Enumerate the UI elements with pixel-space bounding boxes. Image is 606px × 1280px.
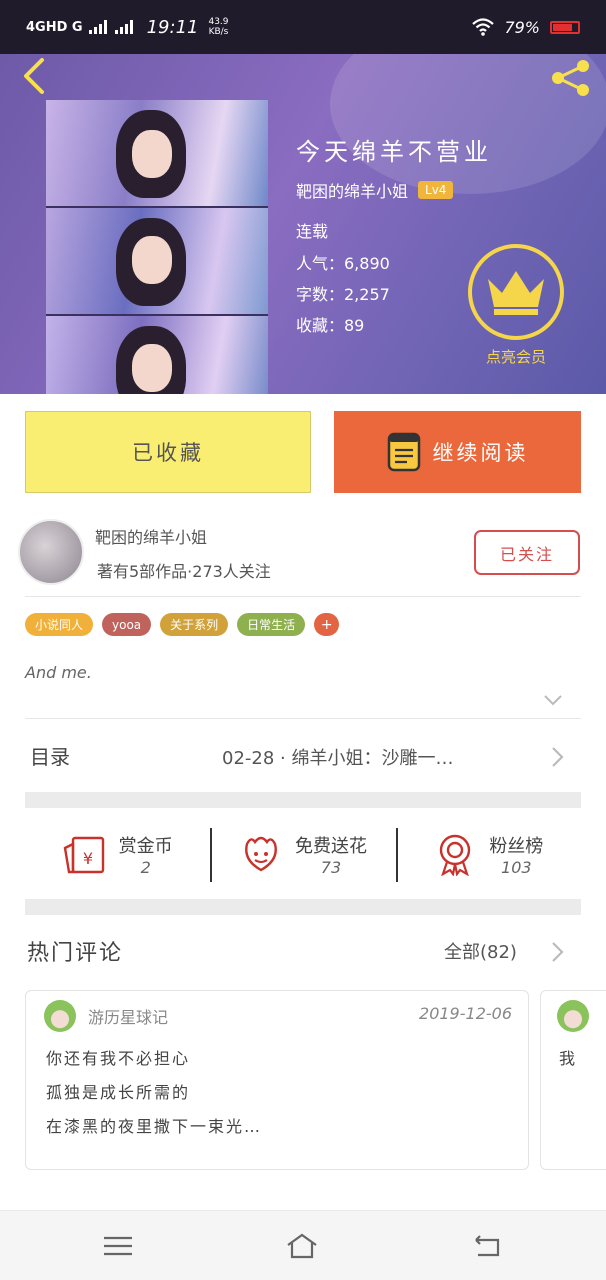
add-tag-button[interactable]: + — [314, 613, 340, 636]
commenter-avatar[interactable] — [557, 1000, 589, 1032]
svg-text:¥: ¥ — [83, 849, 93, 868]
stat-label: 免费送花 — [294, 835, 367, 857]
book-icon — [387, 432, 420, 472]
chevron-right-icon[interactable] — [550, 746, 564, 768]
comment-date: 2019-12-06 — [419, 1004, 512, 1023]
share-icon — [552, 60, 589, 96]
continue-reading-label: 继续阅读 — [432, 441, 529, 465]
reward-coins-stat[interactable]: ¥ 赏金币 2 — [25, 822, 210, 886]
word-count-stat: 字数：2,257 — [296, 285, 390, 304]
toc-label[interactable]: 目录 — [30, 741, 70, 770]
share-button[interactable] — [548, 58, 594, 98]
wifi-icon — [472, 18, 495, 36]
comment-text-line: 我 — [559, 1049, 578, 1068]
menu-icon[interactable] — [101, 1231, 135, 1261]
continue-reading-button[interactable]: 继续阅读 — [334, 411, 581, 493]
all-comments-link[interactable]: 全部(82) — [444, 938, 517, 964]
comment-text-line: 你还有我不必担心 — [46, 1049, 191, 1068]
tag-list: 小说同人 yooa 关于系列 日常生活 + — [25, 613, 340, 636]
signal-icon-2 — [114, 20, 133, 34]
crown-icon — [488, 271, 544, 315]
home-icon[interactable] — [285, 1231, 319, 1261]
status-bar: 4GHD G 19:11 43.9 KB/s 79% — [0, 0, 606, 54]
favorited-button[interactable]: 已收藏 — [25, 411, 311, 493]
comment-card[interactable]: 游历星球记 2019-12-06 你还有我不必担心 孤独是成长所需的 在漆黑的夜… — [25, 990, 529, 1170]
back-nav-icon[interactable] — [470, 1231, 504, 1261]
commenter-avatar[interactable] — [44, 1000, 76, 1032]
chevron-down-icon[interactable] — [544, 694, 562, 706]
author-avatar[interactable] — [18, 519, 84, 585]
signal-icon — [88, 20, 107, 34]
divider — [25, 718, 581, 719]
book-description: And me. — [25, 663, 92, 682]
free-flowers-stat[interactable]: 免费送花 73 — [210, 822, 395, 886]
popularity-stat: 人气：6,890 — [296, 254, 390, 273]
system-nav-bar — [0, 1210, 606, 1280]
chevron-left-icon — [24, 58, 44, 94]
support-stats: ¥ 赏金币 2 免费送花 73 粉丝榜 103 — [25, 822, 581, 886]
stat-value: 103 — [501, 857, 532, 877]
author-info-subtitle: 著有5部作品·273人关注 — [97, 562, 271, 581]
chevron-right-icon[interactable] — [550, 941, 564, 963]
book-status: 连载 — [296, 222, 329, 241]
battery-icon — [550, 20, 580, 34]
author-name[interactable]: 靶困的绵羊小姐 — [296, 178, 408, 202]
divider — [25, 596, 581, 597]
tag-item[interactable]: 关于系列 — [160, 613, 229, 636]
red-envelope-icon: ¥ — [63, 836, 104, 874]
medal-icon — [440, 834, 471, 876]
tag-item[interactable]: 小说同人 — [25, 613, 94, 636]
commenter-name[interactable]: 游历星球记 — [88, 1004, 168, 1028]
vip-button[interactable] — [468, 244, 564, 340]
tag-item[interactable]: yooa — [102, 613, 152, 636]
comment-text-line: 孤独是成长所需的 — [46, 1083, 191, 1102]
network-indicator: 4GHD G — [26, 19, 83, 35]
back-button[interactable] — [16, 56, 56, 96]
author-info-name[interactable]: 靶困的绵羊小姐 — [95, 524, 207, 548]
network-speed: 43.9 KB/s — [208, 17, 229, 37]
book-header: 今天绵羊不营业 靶困的绵羊小姐 Lv4 连载 人气：6,890 字数：2,257… — [0, 54, 606, 394]
tag-item[interactable]: 日常生活 — [237, 613, 306, 636]
followed-button[interactable]: 已关注 — [474, 530, 580, 575]
vip-label[interactable]: 点亮会员 — [470, 346, 562, 367]
level-badge: Lv4 — [418, 181, 454, 199]
fan-ranking-stat[interactable]: 粉丝榜 103 — [395, 822, 581, 886]
battery-percent: 79% — [504, 17, 540, 37]
comment-card[interactable]: 我 — [540, 990, 606, 1170]
section-separator — [25, 899, 581, 915]
flower-icon — [245, 836, 277, 872]
stat-label: 赏金币 — [118, 835, 173, 857]
favorites-stat: 收藏：89 — [296, 316, 365, 335]
book-detail-page: 4GHD G 19:11 43.9 KB/s 79% 今天绵羊不营业 靶困的绵羊… — [0, 0, 606, 1280]
stat-label: 粉丝榜 — [489, 835, 544, 857]
author-row: 靶困的绵羊小姐 Lv4 — [296, 178, 454, 202]
hot-comments-title: 热门评论 — [27, 941, 124, 966]
stat-value: 2 — [140, 857, 151, 877]
section-separator — [25, 792, 581, 808]
book-cover-image[interactable] — [46, 100, 268, 394]
latest-chapter[interactable]: 02-28 · 绵羊小姐：沙雕一… — [222, 744, 453, 770]
comment-text-line: 在漆黑的夜里撒下一束光… — [46, 1117, 263, 1136]
book-title: 今天绵羊不营业 — [296, 138, 492, 166]
stat-value: 73 — [320, 857, 342, 877]
clock: 19:11 — [146, 16, 199, 38]
